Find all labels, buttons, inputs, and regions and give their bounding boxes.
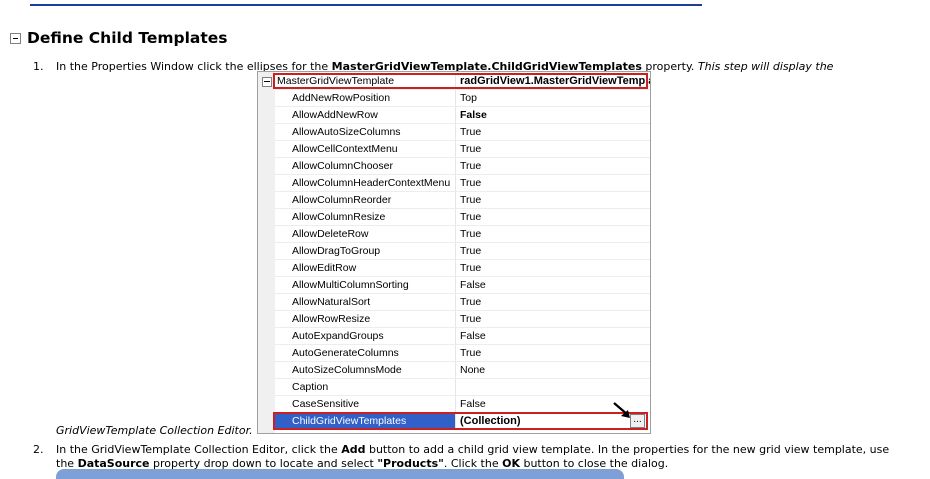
property-value[interactable]: True (457, 192, 650, 209)
section-header[interactable]: Define Child Templates (10, 29, 228, 47)
property-name: AutoGenerateColumns (275, 345, 456, 362)
property-value[interactable]: True (457, 260, 650, 277)
property-grid: MasterGridViewTemplate radGridView1.Mast… (257, 71, 651, 434)
property-row[interactable]: AllowRowResize True (275, 311, 650, 328)
property-value[interactable]: None (457, 362, 650, 379)
property-row[interactable]: AllowColumnChooser True (275, 158, 650, 175)
property-name: AllowColumnChooser (275, 158, 456, 175)
property-value[interactable]: Top (457, 90, 650, 107)
property-grid-gutter (258, 72, 275, 433)
property-value[interactable]: True (457, 226, 650, 243)
screenshot-edge (56, 469, 624, 479)
property-row[interactable]: AllowDragToGroup True (275, 243, 650, 260)
property-name: AutoSizeColumnsMode (275, 362, 456, 379)
property-name: AllowRowResize (275, 311, 456, 328)
property-name: AllowAddNewRow (275, 107, 456, 124)
property-value[interactable]: True (457, 294, 650, 311)
property-name: CaseSensitive (275, 396, 456, 413)
property-name: AllowColumnResize (275, 209, 456, 226)
step-number: 1. (33, 60, 44, 73)
property-value[interactable]: False (457, 328, 650, 345)
step-note: This step will display the (697, 60, 834, 73)
property-row[interactable]: AutoSizeColumnsMode None (275, 362, 650, 379)
collapse-icon[interactable] (262, 77, 272, 87)
property-row[interactable]: AllowColumnHeaderContextMenu True (275, 175, 650, 192)
property-row[interactable]: AllowDeleteRow True (275, 226, 650, 243)
property-row[interactable]: AllowAddNewRow False (275, 107, 650, 124)
property-value[interactable]: True (457, 209, 650, 226)
property-name: AllowCellContextMenu (275, 141, 456, 158)
property-row[interactable]: AutoExpandGroups False (275, 328, 650, 345)
property-name: AllowColumnReorder (275, 192, 456, 209)
property-value[interactable]: True (457, 124, 650, 141)
property-name: AllowColumnHeaderContextMenu (275, 175, 456, 192)
step-text-segment: In the GridViewTemplate Collection Edito… (56, 443, 342, 456)
ellipsis-button[interactable]: ... (630, 414, 645, 428)
top-divider (30, 4, 702, 6)
property-name: AddNewRowPosition (275, 90, 456, 107)
step-note-continued: GridViewTemplate Collection Editor. (56, 424, 253, 437)
step-text: In the GridViewTemplate Collection Edito… (56, 443, 889, 457)
property-row[interactable]: AllowMultiColumnSorting False (275, 277, 650, 294)
property-name: AllowAutoSizeColumns (275, 124, 456, 141)
property-row[interactable]: AutoGenerateColumns True (275, 345, 650, 362)
property-name: AutoExpandGroups (275, 328, 456, 345)
collapse-icon[interactable] (10, 32, 21, 44)
property-value[interactable]: True (457, 345, 650, 362)
property-value[interactable]: True (457, 311, 650, 328)
property-name: AllowDeleteRow (275, 226, 456, 243)
property-row[interactable]: AllowColumnReorder True (275, 192, 650, 209)
section-title: Define Child Templates (27, 29, 228, 47)
step-number: 2. (33, 443, 44, 456)
property-row[interactable]: AddNewRowPosition Top (275, 90, 650, 107)
property-value[interactable]: False (457, 277, 650, 294)
property-name: AllowDragToGroup (275, 243, 456, 260)
property-value[interactable]: True (457, 243, 650, 260)
property-value[interactable]: True (457, 175, 650, 192)
property-value[interactable]: True (457, 141, 650, 158)
property-value[interactable]: False (457, 107, 650, 124)
button-name: Add (341, 443, 366, 456)
property-name: AllowNaturalSort (275, 294, 456, 311)
property-row[interactable]: AllowColumnResize True (275, 209, 650, 226)
property-row[interactable]: AllowAutoSizeColumns True (275, 124, 650, 141)
highlight-box (273, 73, 648, 89)
property-row[interactable]: CaseSensitive False (275, 396, 650, 413)
property-row[interactable]: AllowEditRow True (275, 260, 650, 277)
property-row[interactable]: Caption (275, 379, 650, 396)
property-name: AllowMultiColumnSorting (275, 277, 456, 294)
property-name: Caption (275, 379, 456, 396)
step-text-segment: button to add a child grid view template… (365, 443, 890, 456)
highlight-box (273, 412, 648, 430)
property-value[interactable]: True (457, 158, 650, 175)
property-value[interactable] (457, 379, 650, 396)
property-row[interactable]: AllowNaturalSort True (275, 294, 650, 311)
property-name: AllowEditRow (275, 260, 456, 277)
property-row[interactable]: AllowCellContextMenu True (275, 141, 650, 158)
